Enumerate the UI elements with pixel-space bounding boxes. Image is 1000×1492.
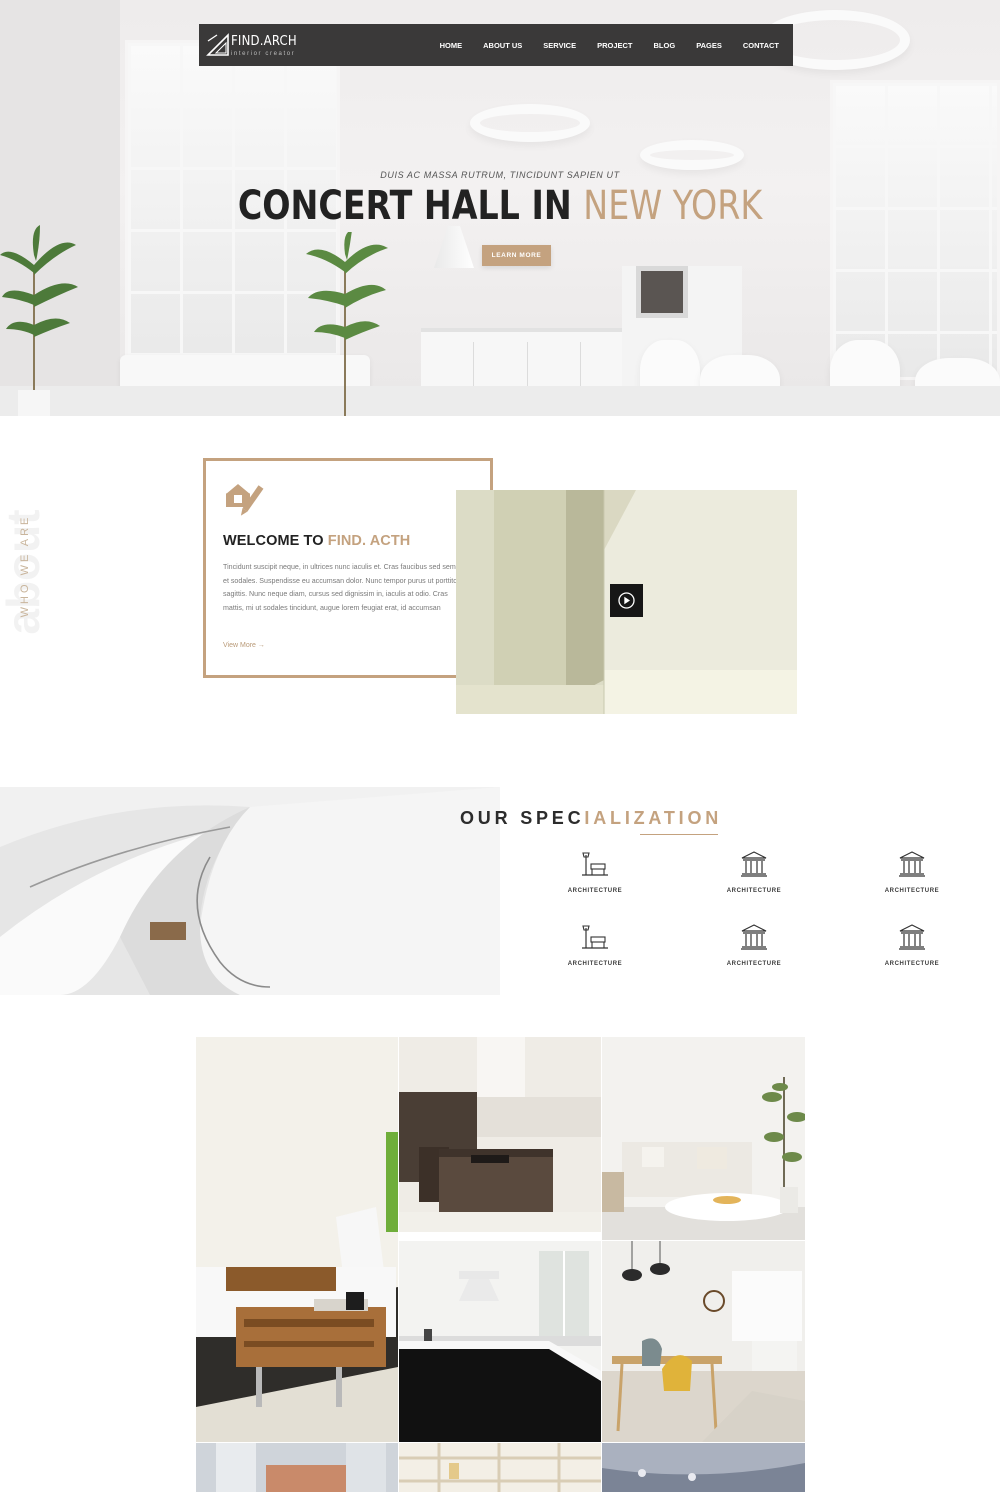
classical-building-icon <box>899 851 925 877</box>
spec-item[interactable]: ARCHITECTURE <box>872 922 952 967</box>
classical-building-icon <box>741 924 767 950</box>
about-heading-accent: FIND. ACTH <box>327 533 411 549</box>
hero-range-hood <box>434 226 474 268</box>
hero-title-accent: NEW YORK <box>583 182 763 229</box>
play-video-button[interactable] <box>610 584 643 617</box>
hero-section: FIND.ARCH interior creator HOME ABOUT US… <box>0 0 1000 416</box>
spec-item[interactable]: ARCHITECTURE <box>714 922 794 967</box>
hero-plant <box>306 232 388 416</box>
nav-item-contact[interactable]: CONTACT <box>743 41 779 50</box>
gallery-image-dining-room[interactable] <box>602 1241 805 1442</box>
nav-item-service[interactable]: SERVICE <box>543 41 576 50</box>
gallery-image-white-kitchen[interactable] <box>399 1241 601 1442</box>
spec-item-label: ARCHITECTURE <box>726 888 782 894</box>
street-lamp-bench-icon <box>582 925 608 949</box>
hero-pendant-light <box>470 104 590 142</box>
gallery-image-kitchen-island[interactable] <box>399 1037 601 1232</box>
spec-item-label: ARCHITECTURE <box>884 888 940 894</box>
spec-item[interactable]: ARCHITECTURE <box>714 849 794 894</box>
about-heading-main: WELCOME TO <box>223 533 328 549</box>
spec-item-label: ARCHITECTURE <box>884 961 940 967</box>
specialization-title-accent: IALIZATION <box>584 808 723 828</box>
nav-item-project[interactable]: PROJECT <box>597 41 632 50</box>
nav-item-home[interactable]: HOME <box>440 41 463 50</box>
main-navbar: FIND.ARCH interior creator HOME ABOUT US… <box>199 24 793 66</box>
nav-item-about-us[interactable]: ABOUT US <box>483 41 522 50</box>
play-icon <box>618 592 635 609</box>
specialization-stair-image <box>0 787 500 995</box>
nav-menu: HOME ABOUT US SERVICE PROJECT BLOG PAGES… <box>440 24 779 66</box>
street-lamp-bench-icon <box>582 852 608 876</box>
hero-title: CONCERT HALL IN NEW YORK <box>0 182 1000 228</box>
brand-name[interactable]: FIND.ARCH <box>231 34 297 49</box>
hero-pendant-light <box>640 140 744 170</box>
set-square-logo-icon[interactable] <box>205 32 231 58</box>
about-body: Tincidunt suscipit neque, in ultrices nu… <box>223 563 460 612</box>
learn-more-button[interactable]: LEARN MORE <box>482 245 551 266</box>
gallery-image-hallway[interactable] <box>602 1443 805 1492</box>
specialization-title: OUR SPECIALIZATION <box>460 808 722 829</box>
gallery-image-bedroom[interactable] <box>196 1443 398 1492</box>
gallery-image-coffee-table[interactable] <box>196 1037 398 1442</box>
spec-item[interactable]: ARCHITECTURE <box>555 922 635 967</box>
who-we-are-label: WHO WE ARE <box>19 514 31 618</box>
hero-plant <box>0 225 78 416</box>
view-more-link[interactable]: View More → <box>223 642 265 649</box>
spec-item-label: ARCHITECTURE <box>726 961 782 967</box>
classical-building-icon <box>741 851 767 877</box>
nav-item-blog[interactable]: BLOG <box>654 41 676 50</box>
spec-item[interactable]: ARCHITECTURE <box>555 849 635 894</box>
spec-item-label: ARCHITECTURE <box>567 961 623 967</box>
specialization-title-main: OUR SPEC <box>460 808 585 828</box>
house-pencil-icon <box>225 482 264 516</box>
specialization-underline <box>640 834 718 835</box>
hero-window-right <box>830 80 1000 380</box>
about-card: WELCOME TO FIND. ACTH Tincidunt suscipit… <box>203 458 493 678</box>
hero-oven <box>636 266 688 318</box>
about-heading: WELCOME TO FIND. ACTH <box>223 533 410 549</box>
nav-item-pages[interactable]: PAGES <box>696 41 722 50</box>
hero-title-main: CONCERT HALL IN <box>237 182 584 229</box>
brand-tagline: interior creator <box>231 51 296 57</box>
gallery-image-shelves[interactable] <box>399 1443 601 1492</box>
gallery-image-living-room[interactable] <box>602 1037 805 1240</box>
classical-building-icon <box>899 924 925 950</box>
spec-item[interactable]: ARCHITECTURE <box>872 849 952 894</box>
spec-item-label: ARCHITECTURE <box>567 888 623 894</box>
hero-subtitle: DUIS AC MASSA RUTRUM, TINCIDUNT SAPIEN U… <box>380 170 620 180</box>
